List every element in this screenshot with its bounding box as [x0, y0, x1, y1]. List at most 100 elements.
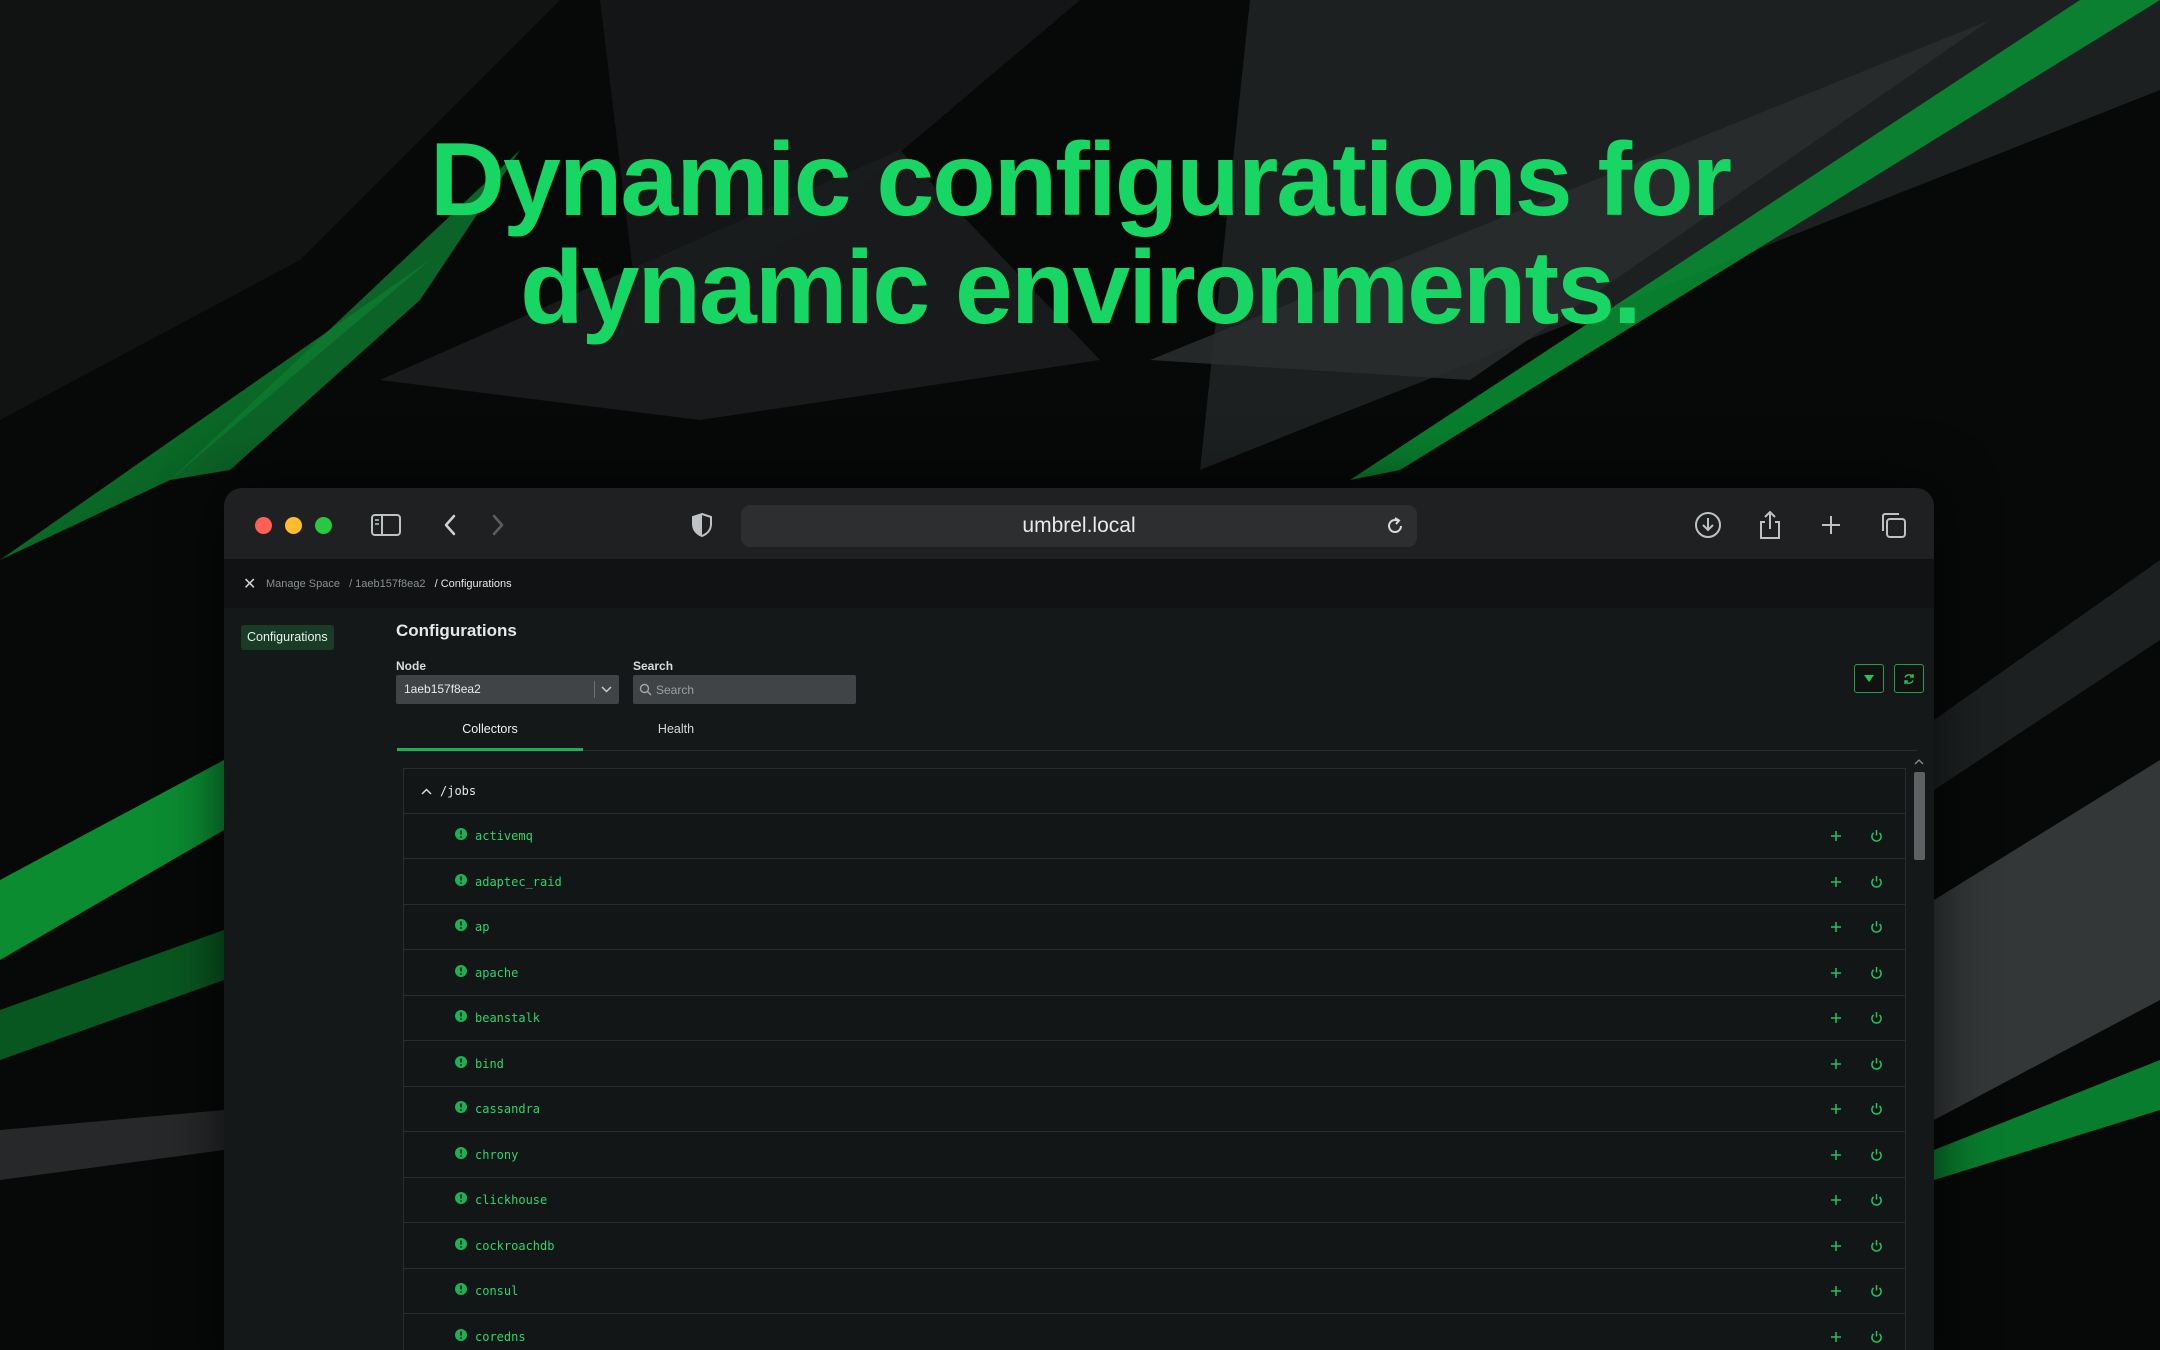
refresh-icon — [1904, 673, 1914, 684]
tab-overview-icon[interactable] — [1876, 508, 1910, 542]
add-job-plus-icon[interactable] — [1827, 918, 1845, 936]
collector-name: clickhouse — [475, 1193, 548, 1207]
add-job-plus-icon[interactable] — [1827, 1328, 1845, 1346]
add-job-plus-icon[interactable] — [1827, 1146, 1845, 1164]
node-select[interactable]: 1aeb157f8ea2 — [396, 675, 619, 704]
collector-row[interactable]: ap — [404, 905, 1905, 950]
collector-row[interactable]: beanstalk — [404, 996, 1905, 1041]
collector-name: consul — [475, 1284, 519, 1298]
add-job-plus-icon[interactable] — [1827, 1055, 1845, 1073]
power-toggle-icon[interactable] — [1867, 873, 1885, 891]
search-input[interactable] — [656, 675, 836, 704]
collector-row[interactable]: clickhouse — [404, 1178, 1905, 1223]
scrollbar[interactable] — [1912, 758, 1925, 1350]
zoom-window-button[interactable] — [315, 517, 332, 534]
power-toggle-icon[interactable] — [1867, 1328, 1885, 1346]
collector-name: activemq — [475, 829, 533, 843]
forward-arrow-icon[interactable] — [481, 508, 515, 542]
power-toggle-icon[interactable] — [1867, 1009, 1885, 1027]
collector-name: coredns — [475, 1329, 526, 1344]
node-label: Node — [396, 659, 426, 673]
power-toggle-icon[interactable] — [1867, 1237, 1885, 1255]
breadcrumb-manage-space[interactable]: Manage Space — [266, 578, 340, 590]
close-window-button[interactable] — [255, 517, 272, 534]
download-icon[interactable] — [1691, 508, 1725, 542]
collector-row[interactable]: bind — [404, 1042, 1905, 1087]
status-icon — [455, 828, 467, 840]
filter-icon — [1864, 674, 1874, 682]
collector-name: cockroachdb — [475, 1238, 555, 1253]
collector-row[interactable]: consul — [404, 1269, 1905, 1314]
close-icon[interactable]: ✕ — [243, 574, 256, 594]
scroll-up-arrow-icon[interactable] — [1914, 758, 1924, 766]
power-toggle-icon[interactable] — [1867, 1191, 1885, 1209]
tree-root-path: /jobs — [440, 784, 477, 798]
node-select-value: 1aeb157f8ea2 — [404, 682, 481, 696]
collectors-tree: /jobs activemq adaptec_raid ap apache beanst… — [403, 768, 1906, 1350]
headline: Dynamic configurations for dynamic envir… — [0, 126, 2160, 342]
collector-name: apache — [475, 965, 519, 980]
new-tab-plus-icon[interactable] — [1814, 508, 1848, 542]
sidebar: Configurations — [224, 608, 374, 1350]
configurations-panel: Configurations Node 1aeb157f8ea2 Search … — [396, 608, 1934, 1350]
filter-button[interactable] — [1854, 664, 1884, 693]
minimize-window-button[interactable] — [285, 517, 302, 534]
add-job-plus-icon[interactable] — [1827, 1237, 1845, 1255]
privacy-shield-icon[interactable] — [685, 508, 719, 542]
refresh-button[interactable] — [1894, 664, 1924, 693]
collector-row[interactable]: apache — [404, 951, 1905, 996]
search-label: Search — [633, 659, 674, 673]
back-arrow-icon[interactable] — [433, 508, 467, 542]
power-toggle-icon[interactable] — [1867, 827, 1885, 845]
breadcrumb-current: / Configurations — [434, 578, 512, 590]
collector-row[interactable]: activemq — [404, 814, 1905, 859]
breadcrumb: ✕ Manage Space / 1aeb157f8ea2 / Configur… — [224, 560, 1934, 608]
breadcrumb-node[interactable]: / 1aeb157f8ea2 — [349, 578, 425, 590]
url-text: umbrel.local — [1022, 514, 1136, 537]
add-job-plus-icon[interactable] — [1827, 1100, 1845, 1118]
browser-toolbar: umbrel.local — [224, 488, 1934, 560]
status-icon — [455, 1192, 467, 1204]
reload-icon[interactable] — [1381, 512, 1409, 540]
collector-name: chrony — [475, 1147, 519, 1162]
collector-row[interactable]: cockroachdb — [404, 1224, 1905, 1269]
sidebar-toggle-icon[interactable] — [369, 508, 403, 542]
collector-name: bind — [475, 1056, 504, 1071]
tree-root-row[interactable]: /jobs — [404, 769, 1905, 814]
share-icon[interactable] — [1753, 508, 1787, 542]
select-divider — [594, 681, 595, 698]
scrollbar-thumb[interactable] — [1914, 772, 1925, 860]
power-toggle-icon[interactable] — [1867, 918, 1885, 936]
collector-row[interactable]: coredns — [404, 1315, 1905, 1350]
power-toggle-icon[interactable] — [1867, 1146, 1885, 1164]
chevron-up-icon[interactable] — [419, 769, 433, 814]
tab-health[interactable]: Health — [583, 719, 769, 751]
status-icon — [455, 1055, 467, 1068]
sidebar-item-configurations[interactable]: Configurations — [241, 625, 334, 650]
page-title: Configurations — [396, 621, 517, 640]
collector-name: cassandra — [475, 1102, 541, 1116]
tab-collectors[interactable]: Collectors — [397, 719, 583, 751]
add-job-plus-icon[interactable] — [1827, 873, 1845, 891]
power-toggle-icon[interactable] — [1867, 1055, 1885, 1073]
power-toggle-icon[interactable] — [1867, 964, 1885, 982]
status-icon — [455, 873, 467, 886]
add-job-plus-icon[interactable] — [1827, 1009, 1845, 1027]
collector-row[interactable]: chrony — [404, 1133, 1905, 1178]
status-icon — [455, 1237, 467, 1250]
status-icon — [455, 964, 467, 977]
headline-line-1: Dynamic configurations for — [429, 122, 1732, 238]
add-job-plus-icon[interactable] — [1827, 827, 1845, 845]
search-field — [633, 675, 856, 704]
power-toggle-icon[interactable] — [1867, 1100, 1885, 1118]
add-job-plus-icon[interactable] — [1827, 1191, 1845, 1209]
collector-row[interactable]: adaptec_raid — [404, 860, 1905, 905]
add-job-plus-icon[interactable] — [1827, 964, 1845, 982]
power-toggle-icon[interactable] — [1867, 1282, 1885, 1300]
collector-row[interactable]: cassandra — [404, 1087, 1905, 1132]
collector-name: beanstalk — [475, 1011, 541, 1025]
address-bar[interactable]: umbrel.local — [741, 505, 1417, 547]
status-icon — [455, 1283, 467, 1295]
add-job-plus-icon[interactable] — [1827, 1282, 1845, 1300]
search-icon — [639, 683, 652, 696]
